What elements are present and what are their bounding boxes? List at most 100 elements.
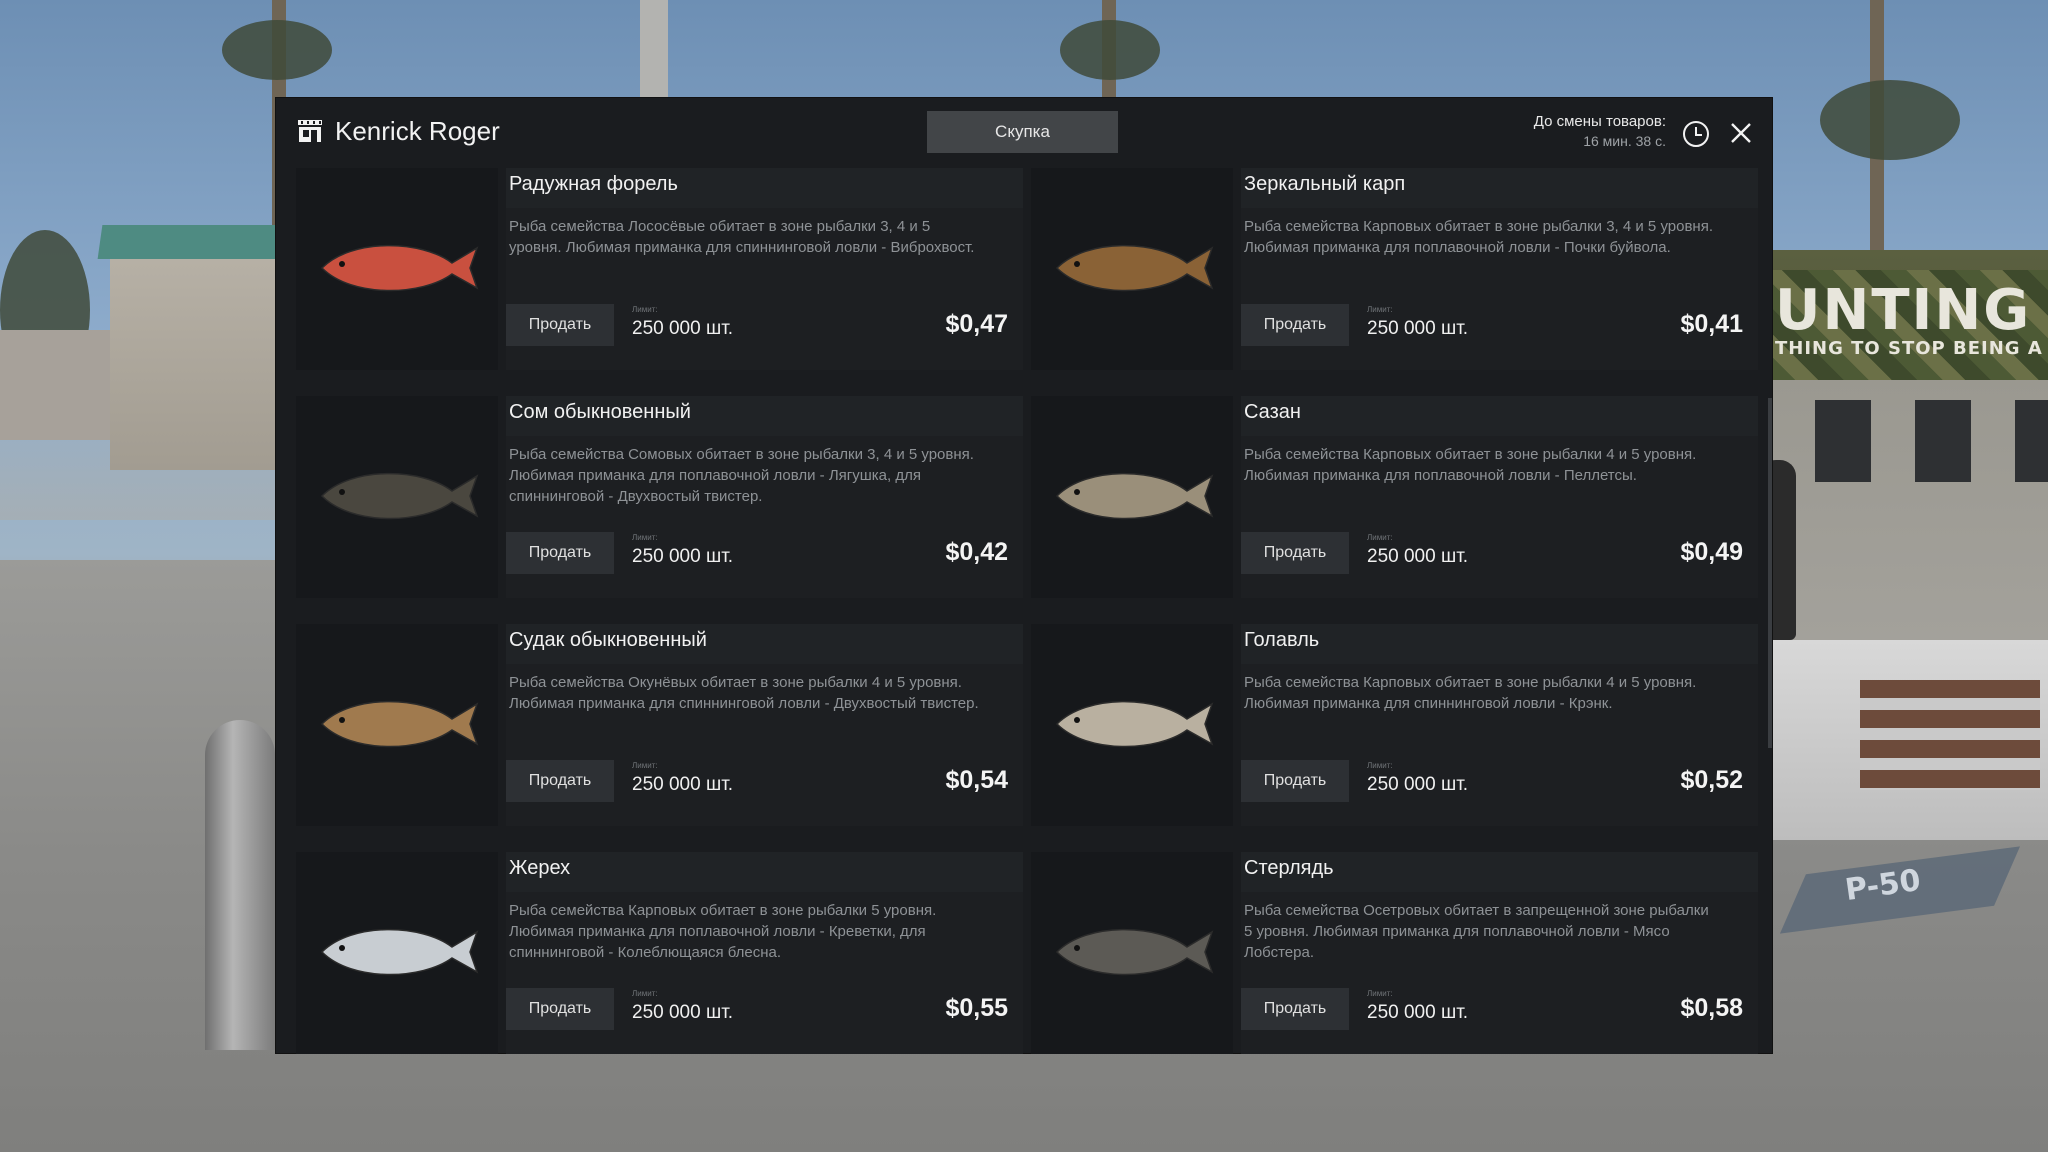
window-header: Kenrick Roger Скупка До смены товаров: 1… xyxy=(276,98,1772,168)
fish-name: Сазан xyxy=(1244,401,1301,423)
timer-value: 16 мин. 38 с. xyxy=(1583,133,1666,149)
fish-image-box xyxy=(1031,624,1233,826)
close-icon[interactable] xyxy=(1730,122,1752,144)
fish-info: Сом обыкновенный Рыба семейства Сомовых … xyxy=(506,396,1023,598)
bollard xyxy=(205,720,275,1050)
sell-button[interactable]: Продать xyxy=(506,760,614,802)
fish-buyer-window: Kenrick Roger Скупка До смены товаров: 1… xyxy=(276,98,1772,1054)
catfish-icon xyxy=(320,472,479,520)
sell-button[interactable]: Продать xyxy=(1241,760,1349,802)
rainbow-trout-icon xyxy=(320,244,479,292)
palm-leaves xyxy=(1060,20,1160,80)
limit-value: 250 000 шт. xyxy=(1367,318,1469,339)
info-header xyxy=(1241,396,1758,436)
asp-icon xyxy=(320,928,479,976)
fish-card: Сазан Рыба семейства Карповых обитает в … xyxy=(1031,396,1766,598)
fish-price: $0,47 xyxy=(945,310,1008,338)
shop-sign-text: UNTING S xyxy=(1775,278,2048,343)
fish-card: Зеркальный карп Рыба семейства Карповых … xyxy=(1031,168,1766,370)
limit-label: Лимит: xyxy=(1367,305,1393,314)
fish-description: Рыба семейства Осетровых обитает в запре… xyxy=(1244,902,1709,961)
shop-icon xyxy=(298,120,322,142)
limit-value: 250 000 шт. xyxy=(1367,546,1469,567)
fish-description: Рыба семейства Лососёвые обитает в зоне … xyxy=(509,218,975,256)
fish-name: Жерех xyxy=(509,857,571,879)
limit-label: Лимит: xyxy=(632,533,658,542)
mirror-carp-icon xyxy=(1055,244,1214,292)
sell-button[interactable]: Продать xyxy=(1241,304,1349,346)
restock-timer: До смены товаров: 16 мин. 38 с. xyxy=(1534,113,1666,149)
fish-name: Сом обыкновенный xyxy=(509,401,691,423)
sell-button[interactable]: Продать xyxy=(506,304,614,346)
fish-name: Судак обыкновенный xyxy=(509,629,707,651)
fish-info: Зеркальный карп Рыба семейства Карповых … xyxy=(1241,168,1758,370)
palm-leaves xyxy=(1820,80,1960,160)
fish-price: $0,52 xyxy=(1680,766,1743,794)
fish-price: $0,55 xyxy=(945,994,1008,1022)
wild-carp-icon xyxy=(1055,472,1214,520)
limit-value: 250 000 шт. xyxy=(632,774,734,795)
sell-button[interactable]: Продать xyxy=(506,532,614,574)
fish-image-box xyxy=(296,396,498,598)
info-header xyxy=(506,852,1023,892)
fish-card: Радужная форель Рыба семейства Лососёвые… xyxy=(296,168,1031,370)
fish-name: Голавль xyxy=(1244,629,1320,651)
chub-icon xyxy=(1055,700,1214,748)
shooting-target xyxy=(2015,400,2048,482)
fish-description: Рыба семейства Карповых обитает в зоне р… xyxy=(509,902,937,961)
limit-label: Лимит: xyxy=(632,305,658,314)
fish-image-box xyxy=(296,168,498,370)
fish-price: $0,58 xyxy=(1680,994,1743,1022)
limit-label: Лимит: xyxy=(632,761,658,770)
sell-button[interactable]: Продать xyxy=(506,988,614,1030)
fish-card: Голавль Рыба семейства Карповых обитает … xyxy=(1031,624,1766,826)
fish-card: Стерлядь Рыба семейства Осетровых обитае… xyxy=(1031,852,1766,1054)
fish-info: Стерлядь Рыба семейства Осетровых обитае… xyxy=(1241,852,1758,1054)
fish-name: Зеркальный карп xyxy=(1244,173,1406,195)
shop-shelf xyxy=(1860,680,2040,790)
fish-image-box xyxy=(1031,852,1233,1054)
fish-info: Судак обыкновенный Рыба семейства Окунёв… xyxy=(506,624,1023,826)
fish-image-box xyxy=(296,624,498,826)
fish-info: Жерех Рыба семейства Карповых обитает в … xyxy=(506,852,1023,1054)
fish-card: Сом обыкновенный Рыба семейства Сомовых … xyxy=(296,396,1031,598)
fish-name: Радужная форель xyxy=(509,173,678,195)
fish-name: Стерлядь xyxy=(1244,857,1334,879)
tab-buyback[interactable]: Скупка xyxy=(927,111,1118,153)
building xyxy=(110,230,280,470)
fish-info: Радужная форель Рыба семейства Лососёвые… xyxy=(506,168,1023,370)
roof xyxy=(97,225,293,259)
limit-label: Лимит: xyxy=(1367,761,1393,770)
zander-icon xyxy=(320,700,479,748)
fish-description: Рыба семейства Сомовых обитает в зоне ры… xyxy=(509,446,974,505)
fish-description: Рыба семейства Карповых обитает в зоне р… xyxy=(1244,218,1713,256)
fish-info: Голавль Рыба семейства Карповых обитает … xyxy=(1241,624,1758,826)
fish-description: Рыба семейства Окунёвых обитает в зоне р… xyxy=(509,674,979,712)
pole xyxy=(640,0,668,100)
limit-label: Лимит: xyxy=(1367,989,1393,998)
clock-icon xyxy=(1683,121,1709,147)
scrollbar[interactable] xyxy=(1768,398,1772,748)
fish-description: Рыба семейства Карповых обитает в зоне р… xyxy=(1244,674,1697,712)
timer-label: До смены товаров: xyxy=(1533,113,1666,130)
fish-price: $0,42 xyxy=(945,538,1008,566)
fish-info: Сазан Рыба семейства Карповых обитает в … xyxy=(1241,396,1758,598)
limit-value: 250 000 шт. xyxy=(632,318,734,339)
fish-price: $0,49 xyxy=(1680,538,1743,566)
limit-value: 250 000 шт. xyxy=(632,546,734,567)
sell-button[interactable]: Продать xyxy=(1241,532,1349,574)
window-title: Kenrick Roger xyxy=(335,116,500,146)
sterlet-icon xyxy=(1055,928,1214,976)
fish-image-box xyxy=(1031,396,1233,598)
limit-value: 250 000 шт. xyxy=(1367,774,1469,795)
fish-image-box xyxy=(296,852,498,1054)
shop-sign-subtext: THING TO STOP BEING A xyxy=(1775,338,2043,359)
fish-price: $0,54 xyxy=(945,766,1008,794)
fish-price: $0,41 xyxy=(1680,310,1743,338)
limit-label: Лимит: xyxy=(1367,533,1393,542)
fish-card: Жерех Рыба семейства Карповых обитает в … xyxy=(296,852,1031,1054)
limit-value: 250 000 шт. xyxy=(1367,1002,1469,1023)
shooting-target xyxy=(1915,400,1971,482)
shooting-target xyxy=(1815,400,1871,482)
sell-button[interactable]: Продать xyxy=(1241,988,1349,1030)
